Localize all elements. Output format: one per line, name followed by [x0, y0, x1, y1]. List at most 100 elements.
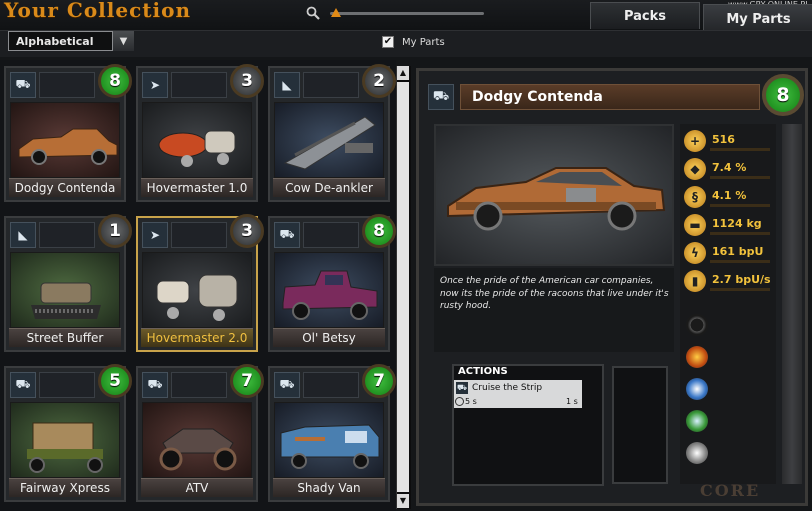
chevron-down-icon[interactable]: ▼ — [112, 31, 134, 51]
explosion-icon[interactable] — [686, 314, 708, 336]
scroll-down-arrow-icon[interactable]: ▼ — [397, 494, 409, 508]
cab-icon: ⛟ — [456, 382, 468, 394]
wave-icon[interactable] — [686, 378, 708, 400]
action-cooldown: 1 s — [566, 397, 578, 406]
zoom-slider-knob[interactable] — [331, 8, 341, 17]
action-duration: 5 s — [465, 397, 477, 406]
stat-row: ▮ 2.7 bpU/s — [682, 268, 774, 294]
part-card[interactable]: ⛟ 7 Shady Van — [268, 364, 396, 502]
stat-value: 7.4 % — [712, 161, 747, 174]
battery-icon: ▮ — [684, 270, 706, 292]
bolt-icon[interactable] — [686, 410, 708, 432]
slot-empty — [303, 72, 359, 98]
part-image — [10, 252, 120, 328]
tab-my-parts[interactable]: My Parts — [703, 4, 812, 33]
part-image — [274, 102, 384, 178]
stat-bar — [710, 260, 770, 263]
slot-empty — [39, 72, 95, 98]
plus-icon: + — [684, 130, 706, 152]
stat-bar — [710, 232, 770, 235]
part-name: Dodgy Contenda — [9, 178, 121, 197]
actions-title: ACTIONS — [458, 366, 508, 377]
part-image — [142, 252, 252, 328]
claw-icon[interactable] — [686, 442, 708, 464]
slot-empty — [171, 372, 227, 398]
part-card[interactable]: ⛟ 7 ATV — [136, 364, 264, 502]
cab-icon: ⛟ — [10, 372, 36, 398]
sort-dropdown-value: Alphabetical — [16, 35, 94, 48]
part-name: Ol' Betsy — [273, 328, 385, 347]
part-image — [142, 102, 252, 178]
stat-value: 161 bpU — [712, 245, 764, 258]
level-badge: 7 — [362, 364, 396, 398]
weight-icon: ▬ — [684, 214, 706, 236]
extra-slot — [612, 366, 668, 484]
lightning-icon: ϟ — [684, 242, 706, 264]
part-name: Fairway Xpress — [9, 478, 121, 497]
part-card[interactable]: ⛟ 5 Fairway Xpress — [4, 364, 132, 502]
detail-level-badge: 8 — [762, 74, 804, 116]
part-card[interactable]: ➤ 3 Hovermaster 2.0 — [136, 214, 264, 352]
stat-bar — [710, 204, 770, 207]
zoom-slider[interactable] — [330, 12, 484, 15]
detail-part-image — [434, 124, 674, 266]
core-label: CORE — [700, 481, 761, 500]
clock-icon — [455, 397, 464, 406]
wedge-icon: ◣ — [274, 72, 300, 98]
fish-icon: ➤ — [142, 222, 168, 248]
stat-row: ◆ 7.4 % — [682, 156, 774, 182]
stat-bar — [710, 148, 770, 151]
scrollbar-thumb[interactable] — [397, 82, 409, 492]
part-card[interactable]: ◣ 1 Street Buffer — [4, 214, 132, 352]
level-badge: 2 — [362, 64, 396, 98]
pipe-decoration — [782, 124, 802, 484]
scroll-up-arrow-icon[interactable]: ▲ — [397, 66, 409, 80]
stat-bar — [710, 288, 770, 291]
part-name: Hovermaster 2.0 — [141, 328, 253, 347]
slot-empty — [171, 72, 227, 98]
stat-value: 4.1 % — [712, 189, 747, 202]
shield-icon: ◆ — [684, 158, 706, 180]
part-card[interactable]: ⛟ 8 Dodgy Contenda — [4, 64, 132, 202]
part-image — [274, 252, 384, 328]
page-title: Your Collection — [4, 0, 191, 22]
level-badge: 5 — [98, 364, 132, 398]
stat-bar — [710, 176, 770, 179]
level-badge: 8 — [362, 214, 396, 248]
magnifier-icon[interactable] — [306, 5, 320, 20]
slot-empty — [39, 372, 95, 398]
cab-icon: ⛟ — [10, 72, 36, 98]
part-card[interactable]: ◣ 2 Cow De-ankler — [268, 64, 396, 202]
level-badge: 8 — [98, 64, 132, 98]
cab-icon: ⛟ — [274, 222, 300, 248]
part-card[interactable]: ⛟ 8 Ol' Betsy — [268, 214, 396, 352]
slot-empty — [303, 372, 359, 398]
tab-packs[interactable]: Packs — [590, 2, 700, 29]
cab-icon: ⛟ — [428, 84, 454, 110]
slot-empty — [303, 222, 359, 248]
part-image — [10, 402, 120, 478]
level-badge: 3 — [230, 64, 264, 98]
part-name: ATV — [141, 478, 253, 497]
slot-empty — [171, 222, 227, 248]
my-parts-checkbox[interactable]: ✔ — [382, 36, 394, 48]
part-name: Shady Van — [273, 478, 385, 497]
part-card[interactable]: ➤ 3 Hovermaster 1.0 — [136, 64, 264, 202]
stat-row: ▬ 1124 kg — [682, 212, 774, 238]
stat-row: § 4.1 % — [682, 184, 774, 210]
part-description: Once the pride of the American car compa… — [440, 276, 669, 311]
stat-row: ϟ 161 bpU — [682, 240, 774, 266]
part-image — [274, 402, 384, 478]
stat-value: 2.7 bpU/s — [712, 273, 771, 286]
slot-empty — [39, 222, 95, 248]
spring-icon: § — [684, 186, 706, 208]
stat-value: 516 — [712, 133, 735, 146]
level-badge: 3 — [230, 214, 264, 248]
my-parts-label: My Parts — [402, 37, 445, 48]
stat-row: +516 — [682, 128, 774, 154]
cab-icon: ⛟ — [142, 372, 168, 398]
cab-icon: ⛟ — [274, 372, 300, 398]
part-name: Cow De-ankler — [273, 178, 385, 197]
part-name: Hovermaster 1.0 — [141, 178, 253, 197]
fire-icon[interactable] — [686, 346, 708, 368]
